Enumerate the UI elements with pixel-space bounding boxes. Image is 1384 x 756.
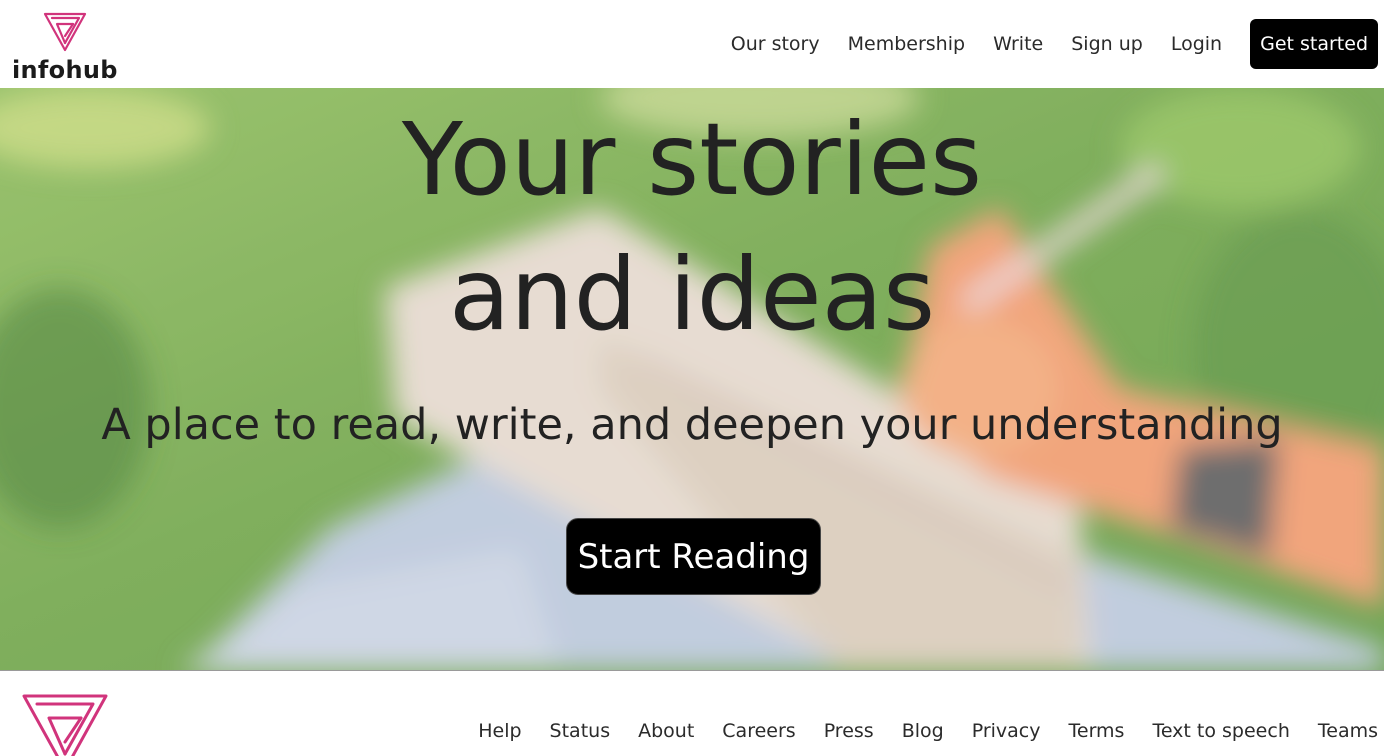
footer-link-status[interactable]: Status [550,720,611,742]
footer-link-help[interactable]: Help [478,720,521,742]
footer-link-terms[interactable]: Terms [1069,720,1125,742]
hero-section: Your stories and ideas A place to read, … [0,88,1384,671]
top-nav: Our story Membership Write Sign up Login… [703,19,1378,69]
nav-membership[interactable]: Membership [848,33,965,55]
triangle-spiral-logo-icon [43,12,87,52]
footer-link-careers[interactable]: Careers [722,720,795,742]
nav-write[interactable]: Write [993,33,1043,55]
start-reading-button[interactable]: Start Reading [566,518,821,595]
site-header: infohub Our story Membership Write Sign … [0,0,1384,88]
hero-title-line-1: Your stories [401,101,983,218]
nav-our-story[interactable]: Our story [731,33,820,55]
footer-link-about[interactable]: About [638,720,694,742]
nav-sign-up[interactable]: Sign up [1071,33,1143,55]
get-started-button[interactable]: Get started [1250,19,1378,69]
site-footer: Help Status About Careers Press Blog Pri… [0,672,1384,756]
nav-login[interactable]: Login [1171,33,1222,55]
footer-link-teams[interactable]: Teams [1318,720,1378,742]
triangle-spiral-logo-icon[interactable] [21,690,109,756]
footer-link-text-to-speech[interactable]: Text to speech [1152,720,1289,742]
hero-subtitle: A place to read, write, and deepen your … [101,400,1283,450]
footer-link-blog[interactable]: Blog [902,720,944,742]
footer-nav: Help Status About Careers Press Blog Pri… [450,720,1378,742]
brand-logo[interactable]: infohub [12,8,122,86]
hero-title-line-2: and ideas [448,236,936,353]
brand-name: infohub [12,56,118,84]
footer-link-press[interactable]: Press [824,720,874,742]
footer-link-privacy[interactable]: Privacy [972,720,1041,742]
